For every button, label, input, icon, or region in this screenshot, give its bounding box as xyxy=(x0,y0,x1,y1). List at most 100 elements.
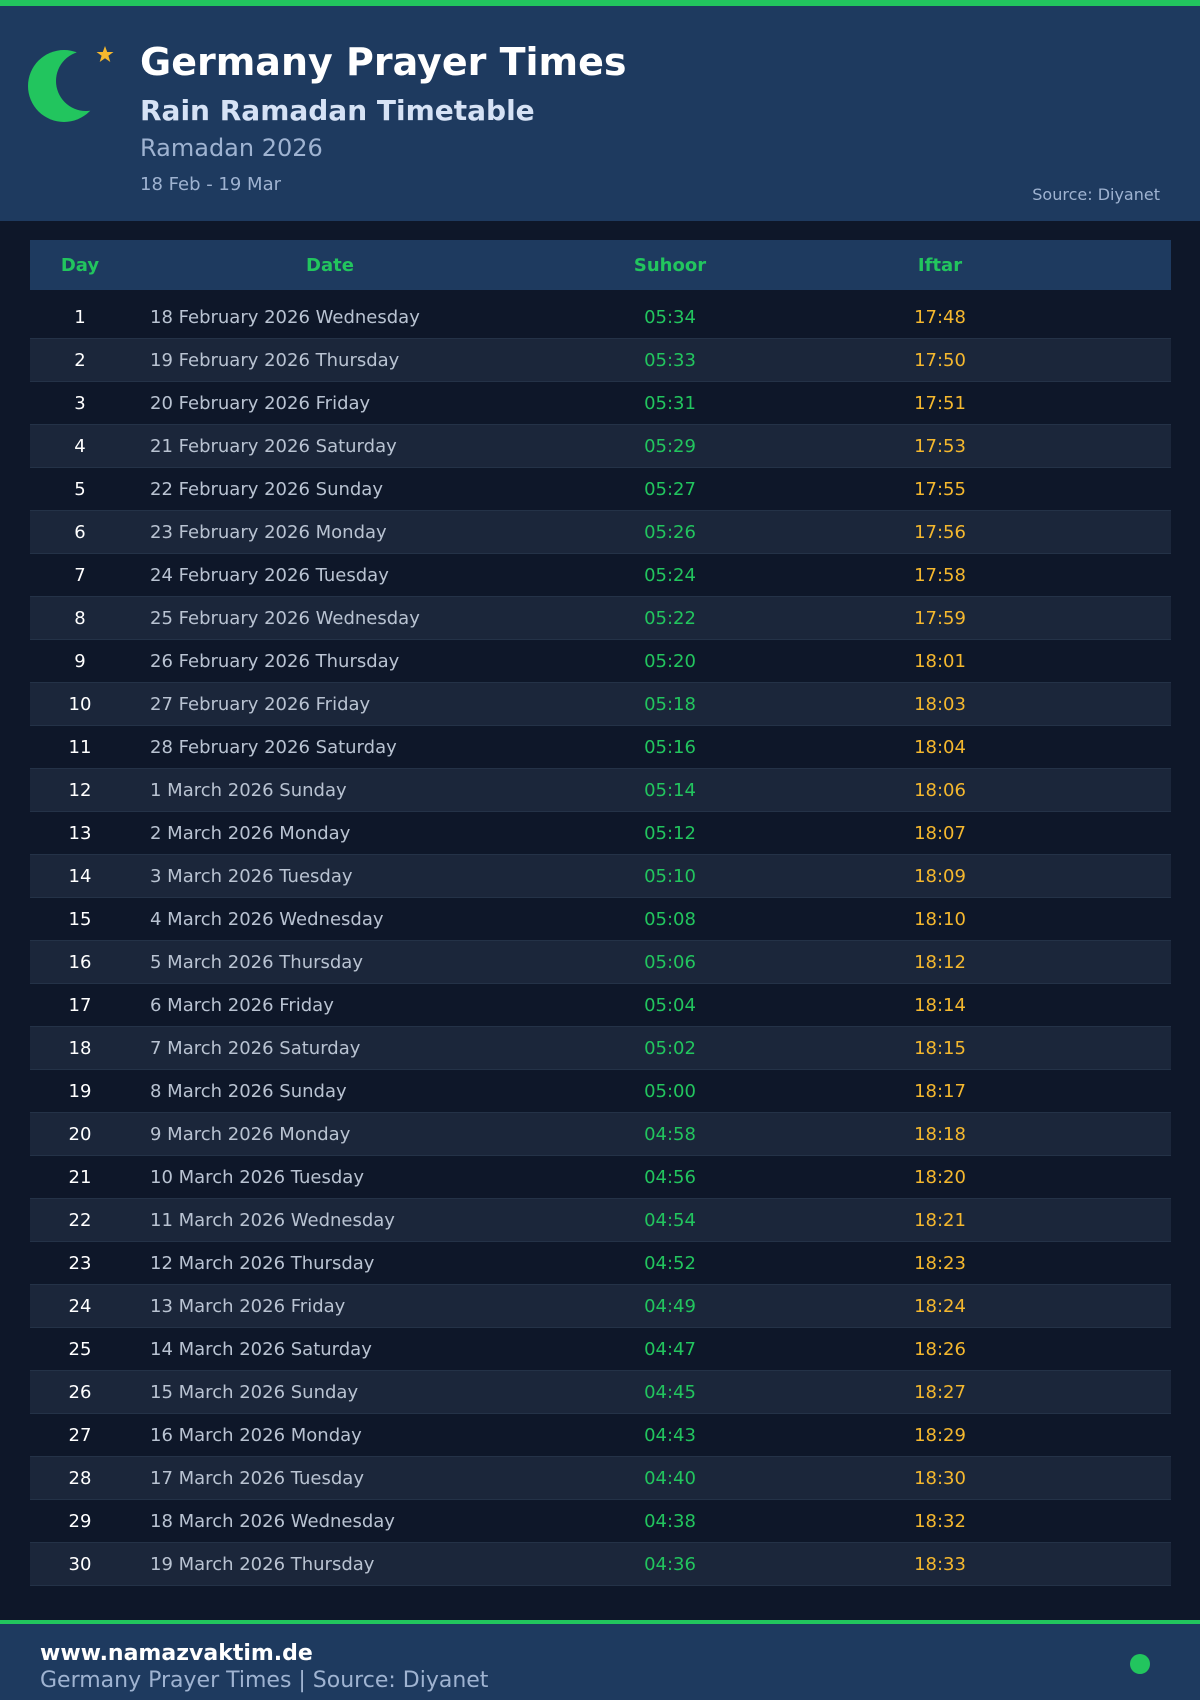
day-cell: 11 xyxy=(68,736,92,758)
table-row: 22 11 March 2026 Wednesday 04:54 18:21 xyxy=(30,1199,1171,1242)
table-row: 2 19 February 2026 Thursday 05:33 17:50 xyxy=(30,339,1171,382)
date-cell: 8 March 2026 Sunday xyxy=(150,1080,347,1102)
table-row: 4 21 February 2026 Saturday 05:29 17:53 xyxy=(30,425,1171,468)
date-cell: 23 February 2026 Monday xyxy=(150,521,387,543)
table-row: 16 5 March 2026 Thursday 05:06 18:12 xyxy=(30,941,1171,984)
iftar-cell: 18:09 xyxy=(914,865,966,887)
column-header-suhoor: Suhoor xyxy=(633,254,707,276)
table-row: 14 3 March 2026 Tuesday 05:10 18:09 xyxy=(30,855,1171,898)
suhoor-cell: 05:20 xyxy=(644,650,696,672)
day-cell: 26 xyxy=(68,1381,92,1403)
iftar-cell: 18:10 xyxy=(914,908,966,930)
day-cell: 20 xyxy=(68,1123,92,1145)
iftar-cell: 18:29 xyxy=(914,1424,966,1446)
suhoor-cell: 05:24 xyxy=(644,564,696,586)
suhoor-cell: 04:38 xyxy=(644,1510,696,1532)
date-cell: 28 February 2026 Saturday xyxy=(150,736,397,758)
day-cell: 30 xyxy=(68,1553,92,1575)
suhoor-cell: 05:14 xyxy=(644,779,696,801)
iftar-cell: 18:24 xyxy=(914,1295,966,1317)
table-row: 11 28 February 2026 Saturday 05:16 18:04 xyxy=(30,726,1171,769)
iftar-cell: 18:01 xyxy=(914,650,966,672)
date-cell: 19 March 2026 Thursday xyxy=(150,1553,375,1575)
day-cell: 7 xyxy=(74,564,86,586)
table-row: 17 6 March 2026 Friday 05:04 18:14 xyxy=(30,984,1171,1027)
table-row: 26 15 March 2026 Sunday 04:45 18:27 xyxy=(30,1371,1171,1414)
day-cell: 3 xyxy=(74,392,86,414)
iftar-cell: 17:53 xyxy=(914,435,966,457)
iftar-cell: 18:03 xyxy=(914,693,966,715)
source-label: Source: Diyanet xyxy=(1032,185,1160,204)
date-cell: 12 March 2026 Thursday xyxy=(150,1252,375,1274)
iftar-cell: 18:20 xyxy=(914,1166,966,1188)
suhoor-cell: 05:06 xyxy=(644,951,696,973)
day-cell: 5 xyxy=(74,478,86,500)
day-cell: 14 xyxy=(68,865,92,887)
suhoor-cell: 04:45 xyxy=(644,1381,696,1403)
day-cell: 19 xyxy=(68,1080,92,1102)
date-cell: 2 March 2026 Monday xyxy=(150,822,351,844)
day-cell: 2 xyxy=(74,349,86,371)
date-cell: 19 February 2026 Thursday xyxy=(150,349,400,371)
date-cell: 11 March 2026 Wednesday xyxy=(150,1209,395,1231)
iftar-cell: 18:26 xyxy=(914,1338,966,1360)
table-row: 7 24 February 2026 Tuesday 05:24 17:58 xyxy=(30,554,1171,597)
date-cell: 1 March 2026 Sunday xyxy=(150,779,347,801)
footer-url: www.namazvaktim.de xyxy=(40,1641,313,1666)
suhoor-cell: 04:54 xyxy=(644,1209,696,1231)
table-row: 18 7 March 2026 Saturday 05:02 18:15 xyxy=(30,1027,1171,1070)
table-row: 28 17 March 2026 Tuesday 04:40 18:30 xyxy=(30,1457,1171,1500)
iftar-cell: 18:15 xyxy=(914,1037,966,1059)
day-cell: 13 xyxy=(68,822,92,844)
table-row: 13 2 March 2026 Monday 05:12 18:07 xyxy=(30,812,1171,855)
suhoor-cell: 05:04 xyxy=(644,994,696,1016)
table-row: 19 8 March 2026 Sunday 05:00 18:17 xyxy=(30,1070,1171,1113)
date-cell: 5 March 2026 Thursday xyxy=(150,951,363,973)
table-row: 27 16 March 2026 Monday 04:43 18:29 xyxy=(30,1414,1171,1457)
table-header: Day Date Suhoor Iftar xyxy=(30,240,1171,290)
table-row: 29 18 March 2026 Wednesday 04:38 18:32 xyxy=(30,1500,1171,1543)
date-cell: 25 February 2026 Wednesday xyxy=(150,607,420,629)
date-cell: 3 March 2026 Tuesday xyxy=(150,865,353,887)
suhoor-cell: 05:29 xyxy=(644,435,696,457)
iftar-cell: 18:33 xyxy=(914,1553,966,1575)
iftar-cell: 18:32 xyxy=(914,1510,966,1532)
day-cell: 4 xyxy=(74,435,86,457)
suhoor-cell: 04:52 xyxy=(644,1252,696,1274)
suhoor-cell: 05:16 xyxy=(644,736,696,758)
date-cell: 15 March 2026 Sunday xyxy=(150,1381,359,1403)
suhoor-cell: 04:56 xyxy=(644,1166,696,1188)
iftar-cell: 18:27 xyxy=(914,1381,966,1403)
iftar-cell: 18:17 xyxy=(914,1080,966,1102)
table-row: 20 9 March 2026 Monday 04:58 18:18 xyxy=(30,1113,1171,1156)
page-subtitle: Rain Ramadan Timetable xyxy=(140,94,535,127)
date-range: 18 Feb - 19 Mar xyxy=(140,174,282,195)
page-footer: www.namazvaktim.de Germany Prayer Times … xyxy=(0,1624,1200,1700)
iftar-cell: 18:14 xyxy=(914,994,966,1016)
page-title: Germany Prayer Times xyxy=(140,40,627,84)
iftar-cell: 18:07 xyxy=(914,822,966,844)
day-cell: 17 xyxy=(68,994,92,1016)
date-cell: 14 March 2026 Saturday xyxy=(150,1338,372,1360)
column-header-day: Day xyxy=(60,254,100,276)
iftar-cell: 18:23 xyxy=(914,1252,966,1274)
iftar-cell: 17:58 xyxy=(914,564,966,586)
iftar-cell: 17:56 xyxy=(914,521,966,543)
table-row: 30 19 March 2026 Thursday 04:36 18:33 xyxy=(30,1543,1171,1586)
day-cell: 15 xyxy=(68,908,92,930)
suhoor-cell: 05:12 xyxy=(644,822,696,844)
table-row: 3 20 February 2026 Friday 05:31 17:51 xyxy=(30,382,1171,425)
status-dot-icon xyxy=(1130,1654,1150,1674)
table-row: 21 10 March 2026 Tuesday 04:56 18:20 xyxy=(30,1156,1171,1199)
suhoor-cell: 05:08 xyxy=(644,908,696,930)
suhoor-cell: 05:22 xyxy=(644,607,696,629)
date-cell: 18 February 2026 Wednesday xyxy=(150,306,420,328)
day-cell: 16 xyxy=(68,951,92,973)
page-header: Germany Prayer Times Rain Ramadan Timeta… xyxy=(0,6,1200,221)
iftar-cell: 18:12 xyxy=(914,951,966,973)
day-cell: 10 xyxy=(68,693,92,715)
day-cell: 25 xyxy=(68,1338,92,1360)
date-cell: 21 February 2026 Saturday xyxy=(150,435,397,457)
iftar-cell: 18:06 xyxy=(914,779,966,801)
table-row: 25 14 March 2026 Saturday 04:47 18:26 xyxy=(30,1328,1171,1371)
